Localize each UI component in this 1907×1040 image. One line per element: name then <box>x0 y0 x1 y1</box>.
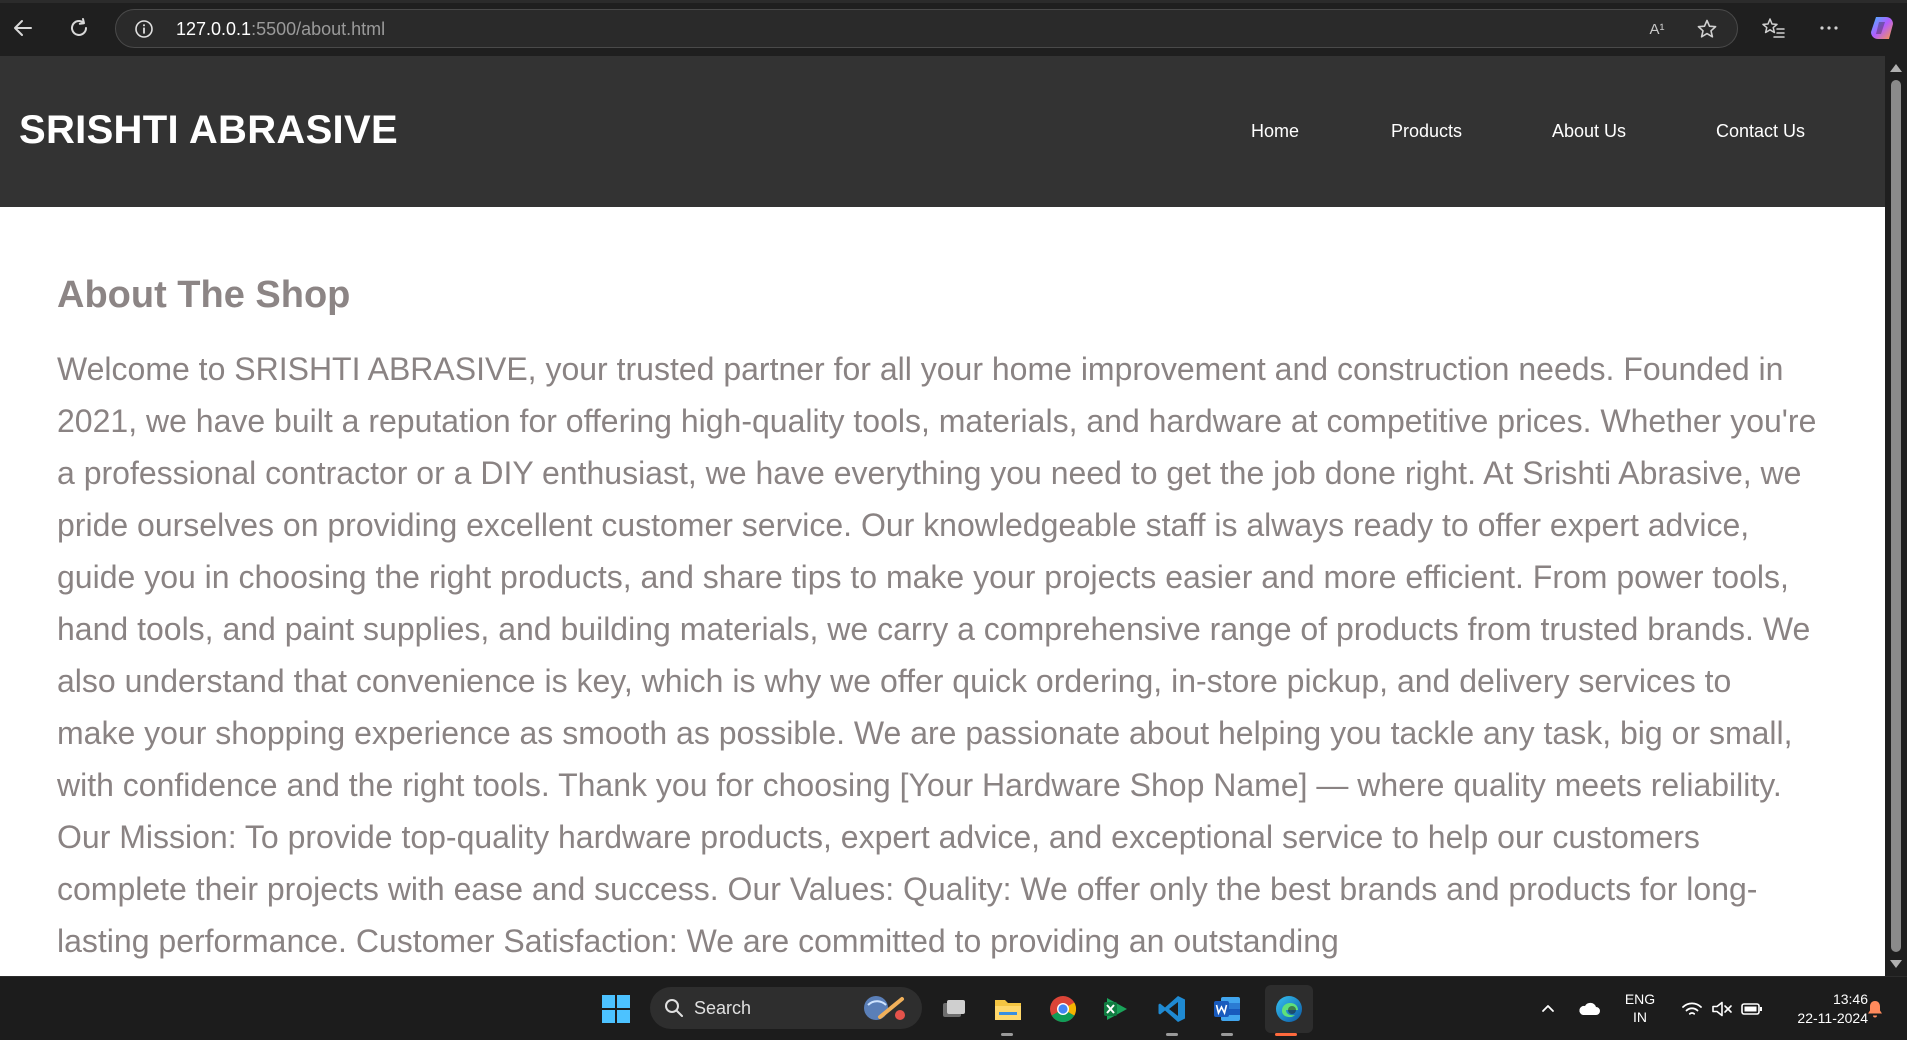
vscode-indicator <box>1166 1033 1178 1036</box>
file-explorer-button[interactable] <box>990 991 1026 1027</box>
about-section: About The Shop Welcome to SRISHTI ABRASI… <box>57 274 1817 967</box>
search-icon <box>665 999 683 1017</box>
address-bar[interactable]: 127.0.0.1:5500/about.html A¹ <box>115 9 1738 48</box>
site-header: SRISHTI ABRASIVE Home Products About Us … <box>0 56 1885 207</box>
read-aloud-label: A¹ <box>1649 20 1665 38</box>
task-view-icon <box>943 1000 965 1017</box>
media-app-button[interactable] <box>1098 991 1134 1027</box>
scroll-up-arrow-icon[interactable] <box>1890 64 1902 72</box>
chevron-up-icon <box>1542 1005 1554 1012</box>
media-player-icon <box>1104 998 1127 1020</box>
word-indicator <box>1221 1033 1233 1036</box>
scroll-thumb[interactable] <box>1891 80 1901 952</box>
copilot-button[interactable] <box>1866 12 1898 44</box>
taskbar: Search ENG IN 13:46 22-11-2024 <box>0 976 1907 1040</box>
file-explorer-indicator <box>1001 1033 1013 1036</box>
tab-strip <box>0 0 1907 3</box>
wifi-icon <box>1682 1002 1702 1015</box>
refresh-icon <box>71 18 87 36</box>
favorites-button[interactable] <box>1758 12 1790 44</box>
back-button[interactable] <box>5 10 41 46</box>
region-code: IN <box>1633 1009 1647 1025</box>
battery-icon <box>1741 1003 1762 1015</box>
page-viewport: SRISHTI ABRASIVE Home Products About Us … <box>0 56 1885 976</box>
volume-muted-icon <box>1712 1001 1732 1017</box>
site-logo[interactable]: SRISHTI ABRASIVE <box>19 108 398 153</box>
edge-indicator <box>1275 1033 1297 1036</box>
browser-toolbar: 127.0.0.1:5500/about.html A¹ <box>0 0 1907 56</box>
vertical-scrollbar[interactable] <box>1885 56 1907 976</box>
scroll-down-arrow-icon[interactable] <box>1890 960 1902 968</box>
windows-logo-icon <box>602 995 630 1023</box>
word-button[interactable] <box>1209 991 1245 1027</box>
nav-link-home[interactable]: Home <box>1251 121 1299 142</box>
taskbar-search[interactable]: Search <box>650 987 922 1029</box>
chrome-icon <box>1050 996 1077 1023</box>
clock[interactable]: 13:46 22-11-2024 <box>1774 990 1868 1028</box>
edge-icon <box>1276 996 1302 1022</box>
notifications-button[interactable] <box>1862 991 1888 1027</box>
url-path: :5500/about.html <box>251 19 386 39</box>
chrome-button[interactable] <box>1045 991 1081 1027</box>
task-view-button[interactable] <box>936 991 972 1027</box>
vscode-button[interactable] <box>1154 991 1190 1027</box>
url-text[interactable]: 127.0.0.1:5500/about.html <box>176 19 385 40</box>
url-host: 127.0.0.1 <box>176 19 252 39</box>
favorites-list-icon <box>1762 18 1785 38</box>
bell-icon <box>1868 1001 1882 1018</box>
more-options-button[interactable] <box>1813 12 1845 44</box>
search-label: Search <box>694 998 752 1018</box>
star-icon <box>1697 19 1717 38</box>
read-aloud-icon[interactable]: A¹ <box>1646 18 1668 40</box>
nav-link-contact[interactable]: Contact Us <box>1716 121 1805 142</box>
clock-time: 13:46 <box>1832 991 1868 1007</box>
clock-date: 22-11-2024 <box>1797 1010 1868 1026</box>
search-highlight-icon <box>864 996 905 1020</box>
show-hidden-icons-button[interactable] <box>1536 991 1560 1027</box>
ellipsis-icon <box>1820 26 1838 30</box>
page-title: About The Shop <box>57 274 351 316</box>
folder-icon <box>995 1000 1021 1020</box>
start-button[interactable] <box>598 991 634 1027</box>
edge-button[interactable] <box>1265 985 1313 1033</box>
language-indicator[interactable]: ENG IN <box>1618 990 1662 1026</box>
vscode-icon <box>1158 996 1185 1022</box>
language-code: ENG <box>1624 991 1656 1007</box>
quick-settings-button[interactable] <box>1672 991 1772 1027</box>
word-icon <box>1214 997 1240 1021</box>
nav-link-about[interactable]: About Us <box>1552 121 1626 142</box>
copilot-icon <box>1871 17 1893 39</box>
about-paragraph: Welcome to SRISHTI ABRASIVE, your truste… <box>57 351 1817 959</box>
cloud-icon <box>1579 1002 1600 1015</box>
onedrive-button[interactable] <box>1574 991 1604 1027</box>
nav-link-products[interactable]: Products <box>1391 121 1462 142</box>
favorite-star-icon[interactable] <box>1696 18 1718 40</box>
refresh-button[interactable] <box>61 10 97 46</box>
back-arrow-icon <box>14 20 32 36</box>
info-icon[interactable] <box>134 19 154 39</box>
